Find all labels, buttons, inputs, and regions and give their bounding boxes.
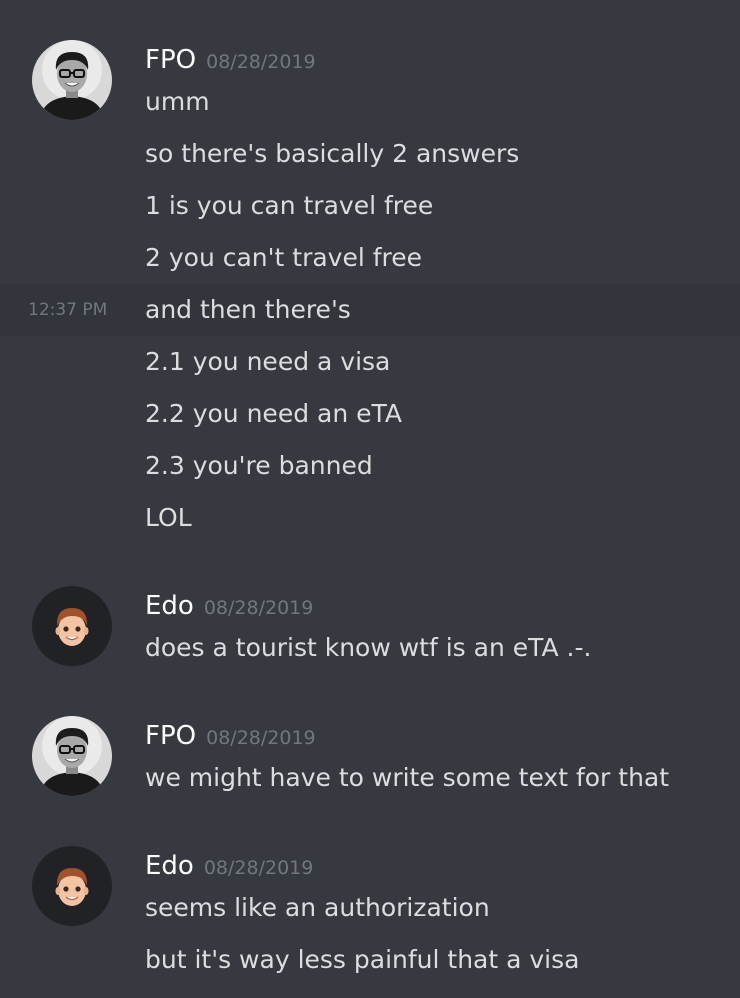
message-timestamp: 08/28/2019 [203, 857, 314, 879]
username[interactable]: FPO [145, 45, 196, 75]
message-text: 2.2 you need an eTA [145, 399, 402, 428]
person-photo-avatar-icon[interactable] [32, 40, 112, 120]
message-line[interactable]: 2.2 you need an eTA [0, 388, 740, 440]
message-text: 2.3 you're banned [145, 451, 373, 480]
message-text: LOL [145, 503, 192, 532]
message-line[interactable]: 2 you can't travel free [0, 232, 740, 284]
message-line[interactable]: 2.1 you need a visa [0, 336, 740, 388]
message-text: 2 you can't travel free [145, 243, 423, 272]
message-timestamp: 08/28/2019 [206, 727, 316, 749]
message-header: Edo 08/28/2019 [145, 846, 313, 886]
message-line[interactable]: but it's way less painful that a visa [0, 934, 740, 986]
memoji-avatar-icon[interactable] [32, 846, 112, 926]
message-line[interactable]: 2.3 you're banned [0, 440, 740, 492]
message-text: seems like an authorization [145, 893, 490, 922]
memoji-avatar-icon[interactable] [32, 586, 112, 666]
message-text: and then there's [145, 295, 351, 324]
message-text: 1 is you can travel free [145, 191, 434, 220]
chat-message-list: umm so there's basically 2 answers 1 is … [0, 0, 740, 998]
message-text: we might have to write some text for tha… [145, 763, 670, 792]
person-photo-avatar-icon[interactable] [32, 716, 112, 796]
message-header: FPO 08/28/2019 [145, 40, 316, 80]
username[interactable]: Edo [145, 591, 194, 621]
message-line[interactable]: LOL [0, 492, 740, 544]
message-line[interactable]: 1 is you can travel free [0, 180, 740, 232]
message-header: FPO 08/28/2019 [145, 716, 316, 756]
message-line-hovered[interactable]: 12:37 PM and then there's [0, 284, 740, 336]
username[interactable]: FPO [145, 721, 196, 751]
message-text: so there's basically 2 answers [145, 139, 520, 168]
message-hover-timestamp: 12:37 PM [28, 300, 108, 320]
message-text: umm [145, 87, 210, 116]
message-text: but it's way less painful that a visa [145, 945, 580, 974]
message-line[interactable]: so there's basically 2 answers [0, 128, 740, 180]
message-text: does a tourist know wtf is an eTA .-. [145, 633, 592, 662]
message-timestamp: 08/28/2019 [203, 597, 314, 619]
message-text: 2.1 you need a visa [145, 347, 391, 376]
message-timestamp: 08/28/2019 [206, 51, 316, 73]
message-header: Edo 08/28/2019 [145, 586, 313, 626]
username[interactable]: Edo [145, 851, 194, 881]
